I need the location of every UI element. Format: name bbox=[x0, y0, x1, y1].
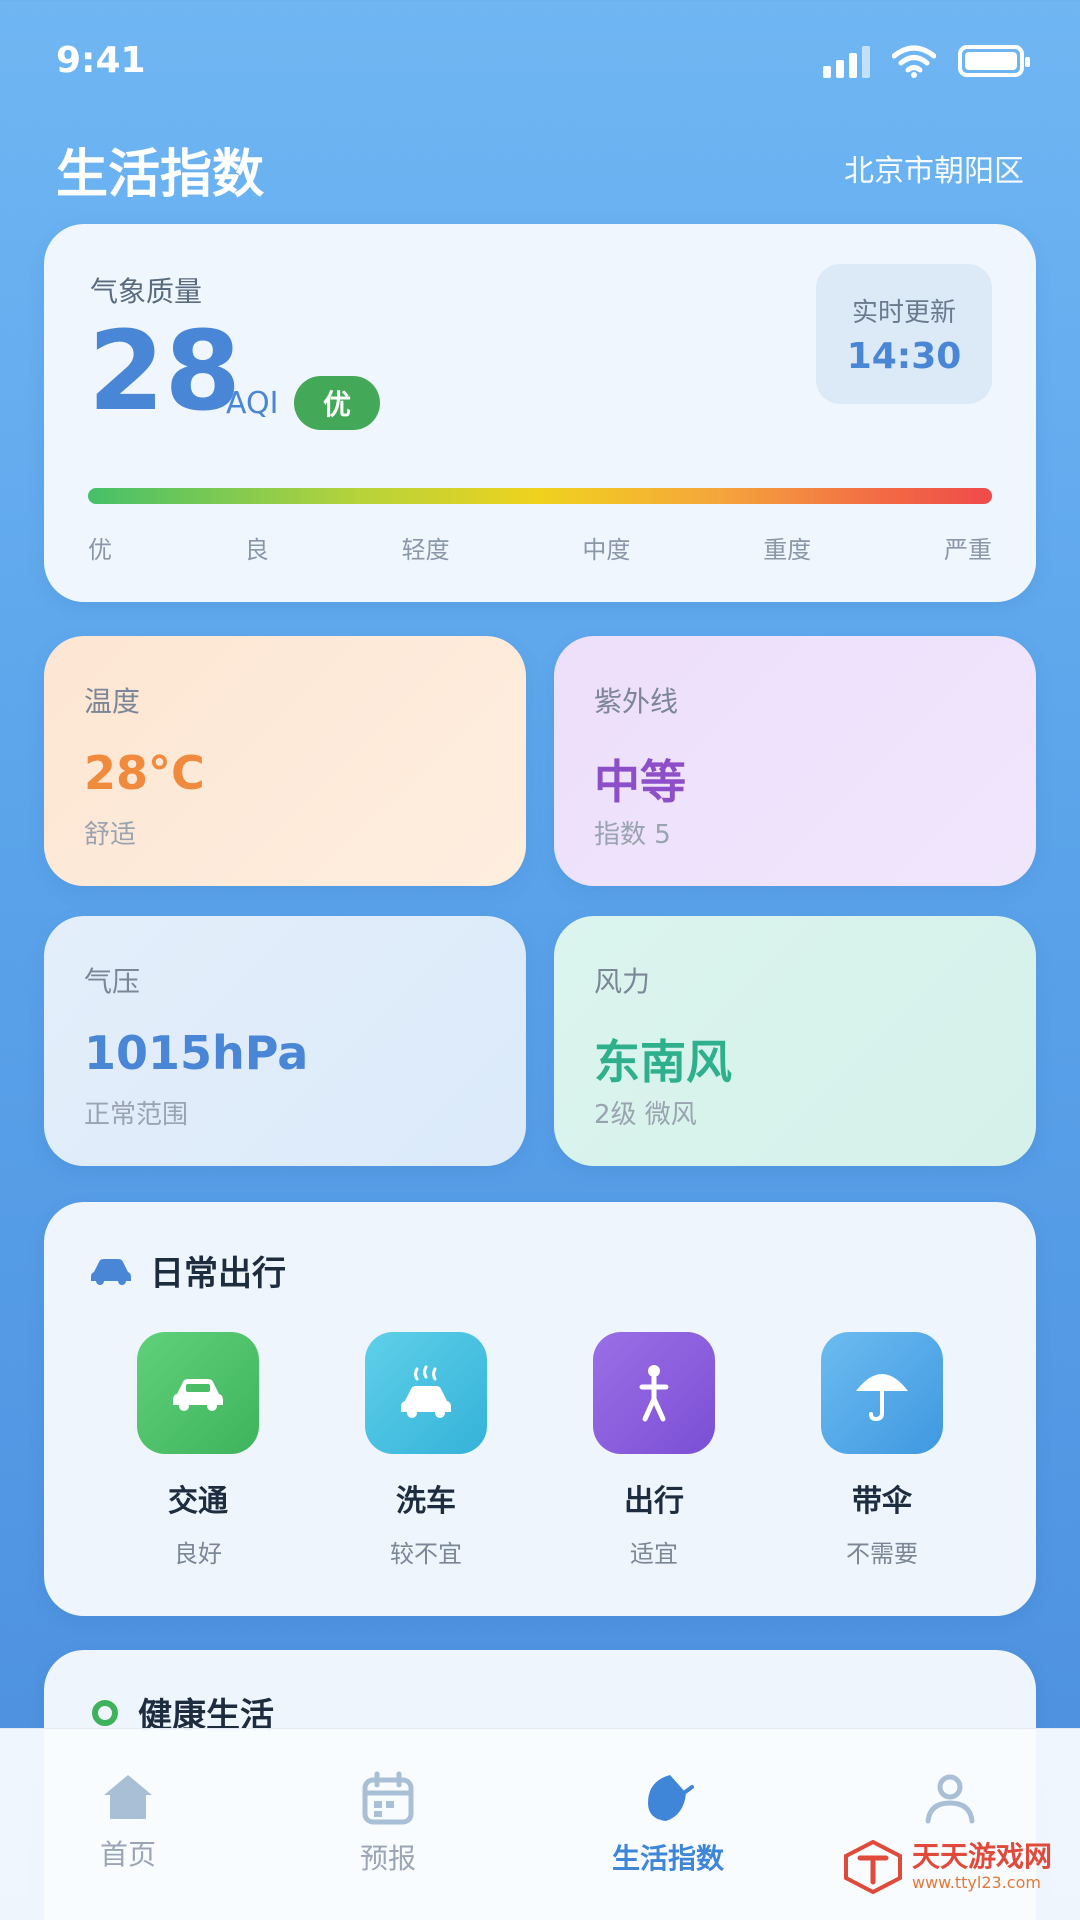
uv-sub: 指数 5 bbox=[594, 820, 671, 850]
aqi-scale-label: 中度 bbox=[582, 536, 631, 564]
pressure-sub: 正常范围 bbox=[84, 1100, 189, 1130]
leaf-icon bbox=[648, 1775, 694, 1821]
aqi-scale-label: 优 bbox=[88, 536, 112, 564]
uv-value: 中等 bbox=[594, 755, 686, 809]
update-time: 14:30 bbox=[846, 336, 962, 377]
temperature-sub: 舒适 bbox=[84, 820, 137, 850]
outing-title: 出行 bbox=[624, 1484, 684, 1519]
wind-card[interactable]: 风力 东南风 2级 微风 bbox=[554, 916, 1036, 1166]
aqi-label: 气象质量 bbox=[90, 275, 203, 308]
car-wash-status: 较不宜 bbox=[390, 1540, 462, 1568]
aqi-gradient-bar bbox=[88, 488, 992, 504]
home-icon bbox=[104, 1775, 152, 1819]
aqi-scale-label: 良 bbox=[244, 536, 269, 564]
watermark-url: www.ttyl23.com bbox=[911, 1872, 1041, 1892]
wind-label: 风力 bbox=[594, 965, 651, 998]
circle-icon bbox=[92, 1699, 118, 1726]
umbrella-status: 不需要 bbox=[846, 1540, 918, 1568]
update-box: 实时更新 14:30 bbox=[816, 264, 992, 404]
traffic-tile[interactable] bbox=[137, 1332, 259, 1454]
watermark-title: 天天游戏网 bbox=[911, 1840, 1052, 1874]
wind-sub: 2级 微风 bbox=[594, 1100, 697, 1130]
temperature-value: 28°C bbox=[84, 746, 205, 800]
aqi-scale-label: 轻度 bbox=[401, 536, 450, 564]
temperature-card[interactable]: 温度 28°C 舒适 bbox=[44, 636, 526, 886]
pressure-card[interactable]: 气压 1015hPa 正常范围 bbox=[44, 916, 526, 1166]
tab-forecast[interactable]: 预报 bbox=[308, 1771, 468, 1877]
battery-icon bbox=[958, 45, 1030, 77]
tab-life-index[interactable]: 生活指数 bbox=[588, 1771, 748, 1877]
aqi-value: 28 bbox=[88, 307, 242, 435]
uv-card[interactable]: 紫外线 中等 指数 5 bbox=[554, 636, 1036, 886]
update-label: 实时更新 bbox=[851, 298, 956, 328]
car-wash-icon bbox=[401, 1365, 451, 1418]
aqi-scale: 优 良 轻度 中度 重度 严重 bbox=[88, 530, 992, 565]
aqi-scale-label: 严重 bbox=[943, 536, 992, 564]
aqi-scale-label: 重度 bbox=[763, 536, 812, 564]
travel-items: 交通 良好 洗车 较不宜 出行 适宜 带伞 不需要 bbox=[44, 1332, 1036, 1569]
temperature-label: 温度 bbox=[84, 685, 141, 718]
travel-item-umbrella[interactable]: 带伞 不需要 bbox=[802, 1332, 962, 1569]
wind-value: 东南风 bbox=[594, 1035, 732, 1089]
tab-profile[interactable] bbox=[870, 1771, 1030, 1827]
travel-item-traffic[interactable]: 交通 良好 bbox=[118, 1332, 278, 1569]
pressure-label: 气压 bbox=[84, 965, 141, 998]
aqi-level-badge: 优 bbox=[294, 376, 380, 430]
watermark-logo-icon bbox=[843, 1840, 902, 1894]
profile-icon bbox=[925, 1774, 975, 1824]
umbrella-title: 带伞 bbox=[852, 1484, 912, 1519]
status-time: 9:41 bbox=[56, 40, 146, 81]
outing-tile[interactable] bbox=[593, 1332, 715, 1454]
travel-title: 日常出行 bbox=[150, 1254, 286, 1294]
aqi-unit: AQI bbox=[226, 386, 279, 421]
travel-header: 日常出行 bbox=[90, 1246, 286, 1295]
tab-home-label: 首页 bbox=[99, 1838, 156, 1871]
car-icon bbox=[173, 1379, 223, 1411]
person-icon bbox=[639, 1365, 669, 1422]
outing-status: 适宜 bbox=[630, 1540, 678, 1568]
uv-label: 紫外线 bbox=[594, 685, 679, 718]
location-selector[interactable]: 北京市朝阳区 bbox=[844, 146, 1024, 190]
wifi-icon bbox=[892, 45, 936, 78]
umbrella-tile[interactable] bbox=[821, 1332, 943, 1454]
status-bar: 9:41 bbox=[0, 0, 1080, 120]
signal-icon bbox=[823, 44, 870, 78]
tab-forecast-label: 预报 bbox=[359, 1842, 416, 1875]
car-wash-tile[interactable] bbox=[365, 1332, 487, 1454]
car-icon bbox=[91, 1258, 131, 1285]
travel-item-car-wash[interactable]: 洗车 较不宜 bbox=[346, 1332, 506, 1569]
travel-item-outing[interactable]: 出行 适宜 bbox=[574, 1332, 734, 1569]
pressure-value: 1015hPa bbox=[84, 1026, 309, 1080]
traffic-status: 良好 bbox=[174, 1540, 222, 1568]
calendar-icon bbox=[362, 1771, 414, 1825]
aqi-card[interactable]: 气象质量 28 AQI 优 实时更新 14:30 优 良 轻度 中度 重度 严重 bbox=[44, 224, 1036, 602]
umbrella-icon bbox=[856, 1374, 908, 1422]
watermark: 天天游戏网 www.ttyl23.com bbox=[843, 1840, 1052, 1894]
car-wash-title: 洗车 bbox=[396, 1484, 456, 1519]
daily-travel-card: 日常出行 交通 良好 洗车 较不宜 出行 适宜 带伞 不需要 bbox=[44, 1202, 1036, 1616]
tab-life-label: 生活指数 bbox=[611, 1842, 724, 1875]
status-icons bbox=[823, 44, 1030, 78]
tab-home[interactable]: 首页 bbox=[48, 1771, 208, 1873]
traffic-title: 交通 bbox=[168, 1484, 228, 1519]
page-title: 生活指数 bbox=[56, 145, 265, 205]
